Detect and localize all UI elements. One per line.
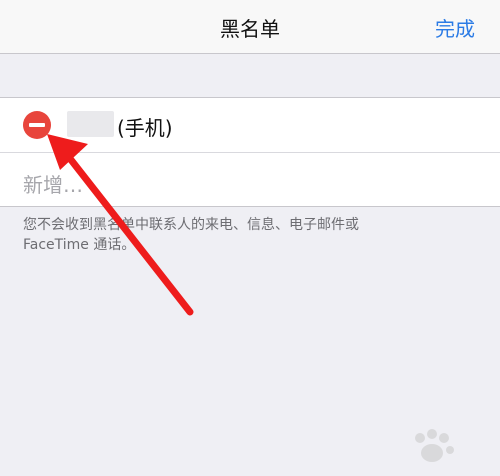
- footer-note-line-1: 您不会收到黑名单中联系人的来电、信息、电子邮件或: [23, 217, 359, 233]
- contact-phone-label: (手机): [117, 116, 173, 140]
- done-button[interactable]: 完成: [435, 13, 475, 42]
- page-title: 黑名单: [220, 17, 280, 41]
- contact-name-redacted: [67, 111, 114, 137]
- baidu-paw-logo: [415, 429, 454, 462]
- add-new-button[interactable]: 新增…: [23, 169, 83, 198]
- minus-circle-icon[interactable]: [23, 111, 51, 139]
- blocked-list: (手机) 新增…: [0, 97, 500, 207]
- list-item: (手机): [0, 98, 500, 152]
- add-new-row[interactable]: 新增…: [0, 152, 500, 206]
- footer-note: 您不会收到黑名单中联系人的来电、信息、电子邮件或 FaceTime 通话。: [23, 215, 463, 255]
- navigation-bar: 黑名单 完成: [0, 0, 500, 54]
- footer-note-line-2: FaceTime 通话。: [23, 237, 136, 253]
